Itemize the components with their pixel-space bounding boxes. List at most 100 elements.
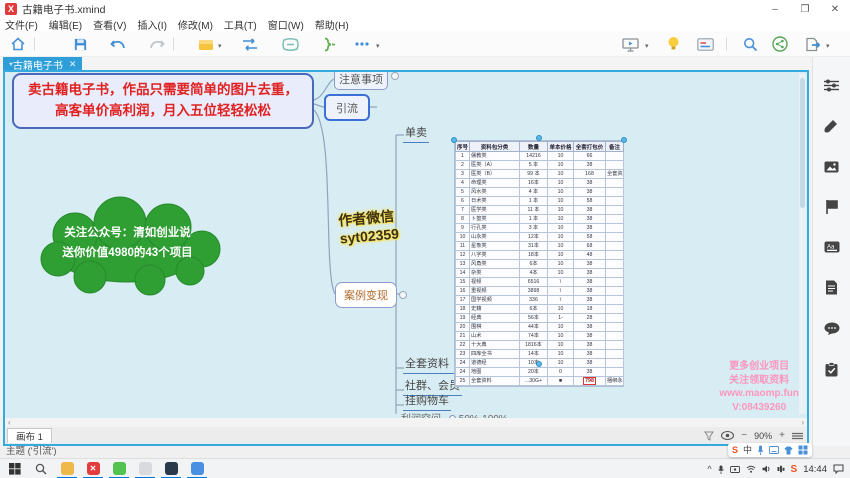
sogou-skin-icon[interactable] xyxy=(784,446,793,455)
tray-display-icon[interactable] xyxy=(730,466,740,473)
table-header-cell: 资料包分类 xyxy=(470,142,520,152)
scrollbar-thumb[interactable] xyxy=(800,78,805,208)
notification-center-icon[interactable] xyxy=(833,464,844,474)
sogou-input-bar[interactable]: S 中 xyxy=(728,443,812,457)
menu-item-6[interactable]: 窗口(W) xyxy=(268,17,304,32)
taskbar-search-icon[interactable] xyxy=(30,462,52,476)
task-clipboard-icon[interactable] xyxy=(825,362,838,377)
presentation-icon[interactable] xyxy=(620,34,640,54)
marker-caret-icon[interactable]: ▾ xyxy=(218,42,222,50)
xmind-icon[interactable]: ✕ xyxy=(82,461,104,476)
slide-panel-icon[interactable] xyxy=(695,34,715,54)
comment-icon[interactable] xyxy=(824,322,840,335)
more-tools-caret-icon[interactable]: ▾ xyxy=(376,42,380,50)
scroll-left-icon[interactable]: ‹ xyxy=(8,418,11,427)
tray-sogou-icon[interactable]: S xyxy=(791,464,798,475)
scroll-right-icon[interactable]: › xyxy=(801,418,804,427)
summary-icon[interactable] xyxy=(318,34,338,54)
lightbulb-icon[interactable] xyxy=(663,34,683,54)
tray-wifi-icon[interactable] xyxy=(746,465,756,473)
table-cell: 23 xyxy=(456,350,470,359)
menu-item-2[interactable]: 查看(V) xyxy=(93,17,126,32)
menu-item-5[interactable]: 工具(T) xyxy=(224,17,257,32)
topic-single-sale[interactable]: 单卖 xyxy=(403,124,429,143)
tab-close-icon[interactable]: ✕ xyxy=(69,59,77,70)
undo-icon[interactable] xyxy=(108,34,128,54)
insert-image-icon[interactable] xyxy=(824,161,839,173)
browser-dark-icon[interactable] xyxy=(160,461,182,476)
vertical-scrollbar[interactable] xyxy=(799,74,806,414)
table-cell: 地图 xyxy=(470,368,520,377)
close-button[interactable]: ✕ xyxy=(820,0,850,18)
sogou-mic-icon[interactable] xyxy=(757,445,764,455)
marker-flag-icon[interactable] xyxy=(825,200,839,214)
tray-volume-icon[interactable] xyxy=(762,465,771,473)
tray-mic-icon[interactable] xyxy=(718,465,724,474)
topic-partial-clipped[interactable]: 利润空间 50%-100% xyxy=(399,410,510,418)
sogou-grid-icon[interactable] xyxy=(798,445,808,455)
maximize-button[interactable]: ❐ xyxy=(790,0,820,18)
topic-cart[interactable]: 挂购物车 xyxy=(403,392,451,411)
menu-item-4[interactable]: 修改(M) xyxy=(178,17,213,32)
table-cell: 7 xyxy=(456,206,470,215)
menu-item-1[interactable]: 编辑(E) xyxy=(49,17,82,32)
app-blue-icon[interactable] xyxy=(186,461,208,476)
topic-case-monetize[interactable]: 案例变现 xyxy=(335,282,397,308)
topic-traffic-selected[interactable]: 引流 xyxy=(324,94,370,121)
highlighted-price: 798 xyxy=(583,377,596,385)
sogou-logo-icon[interactable]: S xyxy=(732,444,738,456)
save-icon[interactable] xyxy=(70,34,90,54)
zoom-in-button[interactable]: + xyxy=(779,430,785,441)
sogou-keyboard-icon[interactable] xyxy=(769,446,779,454)
menu-item-3[interactable]: 插入(I) xyxy=(137,17,166,32)
sheet-tab[interactable]: 画布 1 xyxy=(7,428,52,443)
relationship-icon[interactable] xyxy=(240,34,260,54)
table-row: 6日术类1 本1058 xyxy=(456,197,624,206)
selection-handle[interactable] xyxy=(536,361,542,367)
wechat-icon[interactable] xyxy=(108,461,130,476)
zoom-out-button[interactable]: − xyxy=(741,430,747,441)
share-icon[interactable] xyxy=(770,34,790,54)
fit-window-icon[interactable] xyxy=(792,432,803,440)
mindmap-canvas[interactable]: 卖古籍电子书，作品只需要简单的图片去重， 高客单价高利润，月入五位轻轻松松 注意… xyxy=(5,72,807,418)
format-sliders-icon[interactable] xyxy=(824,79,839,92)
search-icon[interactable] xyxy=(740,34,760,54)
export-caret-icon[interactable]: ▾ xyxy=(826,42,830,50)
more-tools-icon[interactable] xyxy=(352,34,372,54)
selection-handle[interactable] xyxy=(621,137,627,143)
window-title: 古籍电子书.xmind xyxy=(22,2,105,17)
horizontal-scrollbar[interactable]: ‹ › xyxy=(5,418,807,427)
sogou-mode-toggle[interactable]: 中 xyxy=(743,444,752,456)
tray-expand-icon[interactable]: ^ xyxy=(707,464,711,474)
collapse-dot-icon[interactable] xyxy=(391,72,399,80)
document-tab[interactable]: *古籍电子书 ✕ xyxy=(3,57,82,71)
selection-handle[interactable] xyxy=(536,135,542,141)
redo-icon[interactable] xyxy=(146,34,166,54)
table-cell: 10 xyxy=(548,152,574,161)
clock[interactable]: 14:44 xyxy=(803,464,827,475)
root-topic[interactable]: 卖古籍电子书，作品只需要简单的图片去重， 高客单价高利润，月入五位轻轻松松 xyxy=(12,73,314,129)
collapse-dot-icon[interactable] xyxy=(399,291,407,299)
minimize-button[interactable]: – xyxy=(760,0,790,18)
menu-item-0[interactable]: 文件(F) xyxy=(5,17,38,32)
table-cell: 38 xyxy=(574,224,606,233)
presentation-caret-icon[interactable]: ▾ xyxy=(645,42,649,50)
start-button[interactable] xyxy=(4,462,26,476)
export-icon[interactable] xyxy=(803,34,823,54)
app-gray-icon[interactable] xyxy=(134,461,156,476)
table-cell: 医学类 xyxy=(470,206,520,215)
eye-icon[interactable] xyxy=(721,431,734,440)
marker-icon[interactable] xyxy=(196,34,216,54)
notes-icon[interactable] xyxy=(825,280,838,295)
format-painter-icon[interactable] xyxy=(824,119,839,134)
boundary-icon[interactable] xyxy=(280,34,300,54)
explorer-icon[interactable] xyxy=(56,461,78,476)
filter-icon[interactable] xyxy=(704,431,714,441)
topic-notes[interactable]: 注意事项 xyxy=(334,72,388,90)
home-icon[interactable] xyxy=(8,34,28,54)
embedded-table-image[interactable]: 序号资料包分类数量单本价格全套打包价备注 1儒教类1421610662医类（A）… xyxy=(454,140,624,387)
label-aa-icon[interactable]: Aa xyxy=(824,241,840,253)
tray-audio-icon[interactable] xyxy=(777,465,785,473)
menu-item-7[interactable]: 帮助(H) xyxy=(315,17,349,32)
selection-handle[interactable] xyxy=(451,137,457,143)
